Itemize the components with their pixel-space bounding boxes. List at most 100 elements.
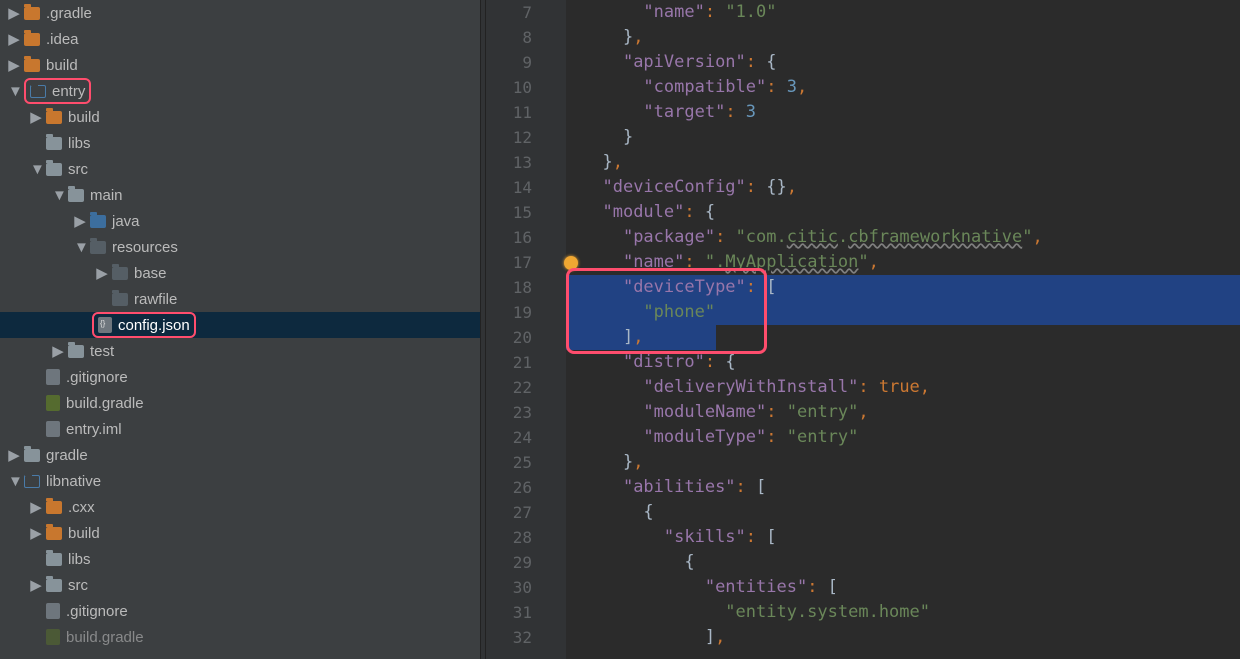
- folder-icon: [112, 293, 128, 306]
- code-line[interactable]: }: [566, 125, 1240, 150]
- line-number: 23: [486, 400, 550, 425]
- code-line[interactable]: "deliveryWithInstall": true,: [566, 375, 1240, 400]
- code-line[interactable]: "entity.system.home": [566, 600, 1240, 625]
- tree-label: gradle: [46, 447, 88, 464]
- tree-item-entry-build[interactable]: ▶ build: [0, 104, 480, 130]
- chevron-right-icon[interactable]: ▶: [8, 446, 20, 464]
- tree-item-test[interactable]: ▶ test: [0, 338, 480, 364]
- tree-label: .cxx: [68, 499, 95, 516]
- tree-item-gitignore[interactable]: .gitignore: [0, 364, 480, 390]
- code-editor[interactable]: 7 8 9 10 11 12 13 14 15 16 17 18 19 20 2…: [486, 0, 1240, 659]
- line-number: 16: [486, 225, 550, 250]
- chevron-down-icon[interactable]: ▼: [30, 161, 42, 178]
- tree-item-src[interactable]: ▼ src: [0, 156, 480, 182]
- code-line[interactable]: },: [566, 450, 1240, 475]
- chevron-right-icon[interactable]: ▶: [30, 498, 42, 516]
- tree-item-gradle2[interactable]: ▶ gradle: [0, 442, 480, 468]
- tree-item-resources[interactable]: ▼ resources: [0, 234, 480, 260]
- chevron-right-icon[interactable]: ▶: [8, 4, 20, 22]
- tree-item-iml[interactable]: entry.iml: [0, 416, 480, 442]
- chevron-down-icon[interactable]: ▼: [52, 187, 64, 204]
- tree-label: src: [68, 161, 88, 178]
- code-line[interactable]: "entities": [: [566, 575, 1240, 600]
- folder-icon: [46, 111, 62, 124]
- tree-item-config-json[interactable]: config.json: [0, 312, 480, 338]
- line-number: 17: [486, 250, 550, 275]
- json-string: "1.0": [725, 2, 776, 22]
- chevron-right-icon[interactable]: ▶: [30, 576, 42, 594]
- line-number: 32: [486, 625, 550, 650]
- json-key: "abilities": [623, 477, 736, 497]
- code-line[interactable]: "deviceType": [: [566, 275, 1240, 300]
- code-line[interactable]: ],: [566, 625, 1240, 650]
- code-line[interactable]: "phone": [566, 300, 1240, 325]
- line-number: 22: [486, 375, 550, 400]
- tree-item-liblibs[interactable]: libs: [0, 546, 480, 572]
- chevron-down-icon[interactable]: ▼: [8, 473, 20, 490]
- tree-label: config.json: [118, 317, 190, 334]
- file-icon: [46, 603, 60, 619]
- tree-item-libbuildgradle[interactable]: build.gradle: [0, 624, 480, 650]
- file-icon: [46, 369, 60, 385]
- code-line[interactable]: "compatible": 3,: [566, 75, 1240, 100]
- tree-item-base[interactable]: ▶ base: [0, 260, 480, 286]
- code-line[interactable]: "package": "com.citic.cbframeworknative"…: [566, 225, 1240, 250]
- chevron-right-icon[interactable]: ▶: [8, 30, 20, 48]
- code-line[interactable]: "moduleType": "entry": [566, 425, 1240, 450]
- tree-item-libnative[interactable]: ▼ libnative: [0, 468, 480, 494]
- tree-item-libsrc[interactable]: ▶ src: [0, 572, 480, 598]
- project-tree[interactable]: ▶ .gradle ▶ .idea ▶ build ▼ entry ▶ buil…: [0, 0, 480, 659]
- tree-item-buildgradle[interactable]: build.gradle: [0, 390, 480, 416]
- code-line[interactable]: "module": {: [566, 200, 1240, 225]
- json-string: ".: [705, 252, 725, 272]
- module-icon: [24, 475, 40, 488]
- code-line[interactable]: {: [566, 500, 1240, 525]
- tree-item-entry-libs[interactable]: libs: [0, 130, 480, 156]
- tree-item-gradle[interactable]: ▶ .gradle: [0, 0, 480, 26]
- chevron-right-icon[interactable]: ▶: [8, 56, 20, 74]
- chevron-down-icon[interactable]: ▼: [8, 83, 20, 100]
- tree-item-idea[interactable]: ▶ .idea: [0, 26, 480, 52]
- chevron-right-icon[interactable]: ▶: [96, 264, 108, 282]
- tree-label: main: [90, 187, 123, 204]
- folder-icon: [68, 189, 84, 202]
- code-line[interactable]: {: [566, 550, 1240, 575]
- code-line[interactable]: },: [566, 150, 1240, 175]
- code-line[interactable]: "abilities": [: [566, 475, 1240, 500]
- line-number: 19: [486, 300, 550, 325]
- code-line[interactable]: "skills": [: [566, 525, 1240, 550]
- code-line[interactable]: "name": ".MyApplication",: [566, 250, 1240, 275]
- fold-gutter[interactable]: [550, 0, 566, 659]
- line-number: 20: [486, 325, 550, 350]
- tree-item-cxx[interactable]: ▶ .cxx: [0, 494, 480, 520]
- chevron-right-icon[interactable]: ▶: [30, 524, 42, 542]
- line-number: 9: [486, 50, 550, 75]
- code-line[interactable]: ],: [566, 325, 1240, 350]
- tree-item-main[interactable]: ▼ main: [0, 182, 480, 208]
- tree-label: resources: [112, 239, 178, 256]
- code-line[interactable]: "moduleName": "entry",: [566, 400, 1240, 425]
- tree-item-java[interactable]: ▶ java: [0, 208, 480, 234]
- tree-item-libgitignore[interactable]: .gitignore: [0, 598, 480, 624]
- tree-item-entry[interactable]: ▼ entry: [0, 78, 480, 104]
- folder-icon: [46, 579, 62, 592]
- json-number: 3: [746, 102, 756, 122]
- line-number: 18: [486, 275, 550, 300]
- chevron-right-icon[interactable]: ▶: [30, 108, 42, 126]
- code-line[interactable]: "name": "1.0": [566, 0, 1240, 25]
- tree-label: build: [68, 525, 100, 542]
- tree-item-rawfile[interactable]: rawfile: [0, 286, 480, 312]
- chevron-right-icon[interactable]: ▶: [52, 342, 64, 360]
- code-area[interactable]: "name": "1.0" }, "apiVersion": { "compat…: [566, 0, 1240, 659]
- chevron-down-icon[interactable]: ▼: [74, 239, 86, 256]
- tree-item-libbuild[interactable]: ▶ build: [0, 520, 480, 546]
- tree-item-build[interactable]: ▶ build: [0, 52, 480, 78]
- code-line[interactable]: "apiVersion": {: [566, 50, 1240, 75]
- code-line[interactable]: "distro": {: [566, 350, 1240, 375]
- chevron-right-icon[interactable]: ▶: [74, 212, 86, 230]
- json-string: cbframeworknative: [848, 227, 1022, 247]
- code-line[interactable]: "deviceConfig": {},: [566, 175, 1240, 200]
- code-line[interactable]: "target": 3: [566, 100, 1240, 125]
- code-line[interactable]: },: [566, 25, 1240, 50]
- tree-label: test: [90, 343, 114, 360]
